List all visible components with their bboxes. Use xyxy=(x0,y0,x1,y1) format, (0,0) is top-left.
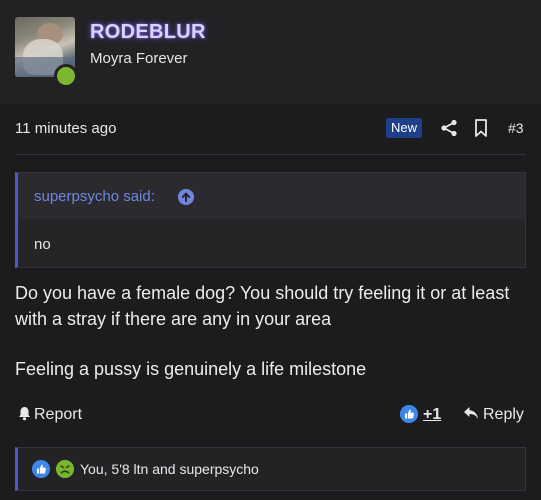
reply-label: Reply xyxy=(483,406,524,423)
sick-reaction-icon xyxy=(56,460,74,478)
bookmark-icon[interactable] xyxy=(474,119,488,137)
online-status-indicator xyxy=(54,64,78,88)
divider xyxy=(15,154,526,155)
quote-block: superpsycho said: no xyxy=(15,172,526,268)
report-label: Report xyxy=(34,406,83,423)
share-icon[interactable] xyxy=(440,119,458,137)
bell-icon xyxy=(19,407,30,421)
reply-button[interactable]: Reply xyxy=(463,406,524,424)
reactions-summary[interactable]: You, 5'8 ltn and superpsycho xyxy=(80,461,259,477)
new-badge: New xyxy=(386,118,423,138)
post-meta: 11 minutes ago New #3 xyxy=(15,114,526,144)
reply-icon xyxy=(464,407,478,419)
post-number-link[interactable]: #3 xyxy=(508,120,524,136)
like-reaction-icon xyxy=(32,460,50,478)
user-title: Moyra Forever xyxy=(90,50,188,67)
author-block: RODEBLUR Moyra Forever xyxy=(0,0,541,104)
like-count[interactable]: +1 xyxy=(423,406,441,424)
quote-text: no xyxy=(34,236,51,253)
quote-author-link[interactable]: superpsycho said: xyxy=(34,188,155,205)
reactions-bar[interactable]: You, 5'8 ltn and superpsycho xyxy=(15,447,526,491)
post-actions: Report +1 Reply xyxy=(15,402,526,430)
username-link[interactable]: RODEBLUR xyxy=(90,21,206,44)
thread-post: RODEBLUR Moyra Forever 11 minutes ago Ne… xyxy=(0,0,541,500)
post-timestamp[interactable]: 11 minutes ago xyxy=(15,120,116,137)
arrow-up-circle-icon[interactable] xyxy=(178,189,194,205)
report-button[interactable]: Report xyxy=(18,406,82,424)
like-icon[interactable] xyxy=(400,405,418,423)
quote-header: superpsycho said: xyxy=(18,173,525,219)
post-content: Do you have a female dog? You should try… xyxy=(15,280,515,382)
post-paragraph: Do you have a female dog? You should try… xyxy=(15,283,510,329)
post-paragraph: Feeling a pussy is genuinely a life mile… xyxy=(15,359,367,379)
